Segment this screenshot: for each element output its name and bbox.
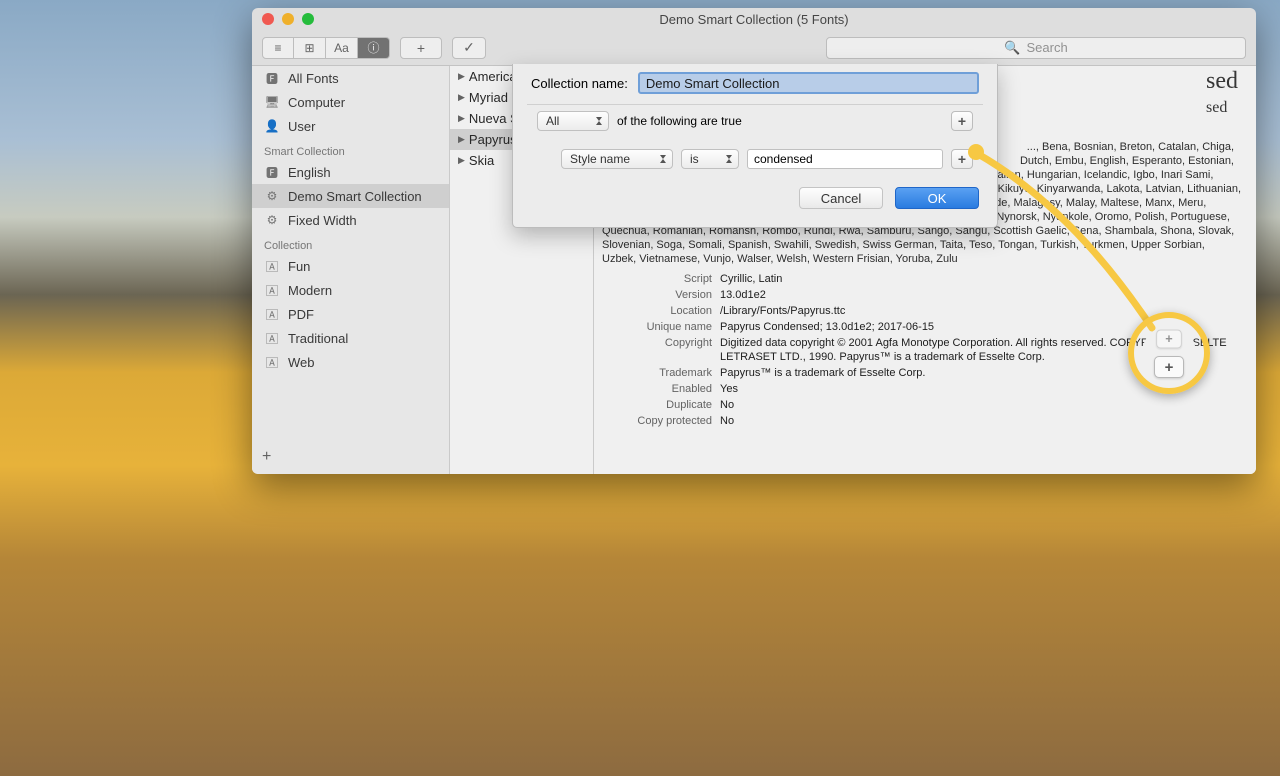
disclosure-triangle-icon: ▶	[458, 134, 465, 145]
sidebar-item-computer[interactable]: 🖥Computer	[252, 90, 449, 114]
callout-plus-icon: +	[1154, 356, 1184, 378]
meta-key: Copyright	[602, 336, 712, 364]
meta-value: Cyrillic, Latin	[720, 272, 1242, 286]
view-grid-button[interactable]: ⊞	[294, 37, 326, 59]
toolbar: ≡ ⊞ Aa ⓘ + ✓ 🔍 Search	[252, 30, 1256, 66]
match-mode-popup[interactable]: All	[537, 111, 609, 131]
rule-value-input[interactable]	[747, 149, 943, 169]
search-input[interactable]: 🔍 Search	[826, 37, 1246, 59]
disclosure-triangle-icon: ▶	[458, 71, 465, 82]
view-sample-button[interactable]: Aa	[326, 37, 358, 59]
callout-ring: + +	[1128, 312, 1210, 394]
zoom-button[interactable]	[302, 13, 314, 25]
add-collection-button[interactable]: +	[262, 448, 271, 466]
rule-attribute-popup[interactable]: Style name	[561, 149, 673, 169]
sidebar-item-pdf[interactable]: 🄰PDF	[252, 302, 449, 326]
meta-key: Unique name	[602, 320, 712, 334]
meta-key: Version	[602, 288, 712, 302]
meta-key: Location	[602, 304, 712, 318]
smart-collection-sheet: Collection name: All of the following ar…	[512, 64, 998, 228]
validate-button[interactable]: ✓	[452, 37, 486, 59]
sidebar-header-collection: Collection	[252, 232, 449, 254]
callout-start-dot	[968, 144, 984, 160]
sidebar: 🅵All Fonts 🖥Computer 👤User Smart Collect…	[252, 66, 450, 474]
meta-key: Duplicate	[602, 398, 712, 412]
font-icon: 🅵	[264, 165, 280, 179]
collection-name-input[interactable]	[638, 72, 979, 94]
meta-key: Copy protected	[602, 414, 712, 428]
collection-icon: 🄰	[264, 259, 280, 273]
view-list-button[interactable]: ≡	[262, 37, 294, 59]
collection-icon: 🄰	[264, 331, 280, 345]
meta-value: No	[720, 398, 1242, 412]
add-group-button[interactable]: +	[951, 111, 973, 131]
meta-key: Enabled	[602, 382, 712, 396]
cancel-button[interactable]: Cancel	[799, 187, 883, 209]
gear-icon: ⚙	[264, 213, 280, 227]
font-icon: 🅵	[264, 71, 280, 85]
meta-key: Script	[602, 272, 712, 286]
font-preview-large: sed	[1206, 68, 1238, 95]
sidebar-item-all-fonts[interactable]: 🅵All Fonts	[252, 66, 449, 90]
sidebar-item-web[interactable]: 🄰Web	[252, 350, 449, 374]
window-title: Demo Smart Collection (5 Fonts)	[659, 12, 848, 27]
rule-operator-popup[interactable]: is	[681, 149, 739, 169]
user-icon: 👤	[264, 119, 280, 133]
disclosure-triangle-icon: ▶	[458, 92, 465, 103]
collection-icon: 🄰	[264, 283, 280, 297]
view-mode-segment: ≡ ⊞ Aa ⓘ	[262, 37, 390, 59]
gear-icon: ⚙	[264, 189, 280, 203]
close-button[interactable]	[262, 13, 274, 25]
sidebar-item-traditional[interactable]: 🄰Traditional	[252, 326, 449, 350]
add-font-button[interactable]: +	[400, 37, 442, 59]
minimize-button[interactable]	[282, 13, 294, 25]
computer-icon: 🖥	[264, 95, 280, 109]
ok-button[interactable]: OK	[895, 187, 979, 209]
match-suffix-label: of the following are true	[617, 114, 943, 128]
sidebar-header-smart: Smart Collection	[252, 138, 449, 160]
titlebar: Demo Smart Collection (5 Fonts)	[252, 8, 1256, 30]
search-icon: 🔍	[1004, 40, 1020, 56]
meta-value: 13.0d1e2	[720, 288, 1242, 302]
meta-value: No	[720, 414, 1242, 428]
collection-icon: 🄰	[264, 355, 280, 369]
sidebar-item-user[interactable]: 👤User	[252, 114, 449, 138]
callout-plus-icon-small: +	[1156, 330, 1182, 349]
view-info-button[interactable]: ⓘ	[358, 37, 390, 59]
disclosure-triangle-icon: ▶	[458, 155, 465, 166]
collection-icon: 🄰	[264, 307, 280, 321]
sidebar-item-fixed-width[interactable]: ⚙Fixed Width	[252, 208, 449, 232]
traffic-lights	[262, 13, 314, 25]
disclosure-triangle-icon: ▶	[458, 113, 465, 124]
sidebar-item-fun[interactable]: 🄰Fun	[252, 254, 449, 278]
sidebar-item-english[interactable]: 🅵English	[252, 160, 449, 184]
collection-name-label: Collection name:	[531, 76, 628, 91]
font-preview-small: sed	[1206, 99, 1238, 117]
meta-key: Trademark	[602, 366, 712, 380]
sidebar-item-demo-smart[interactable]: ⚙Demo Smart Collection	[252, 184, 449, 208]
sidebar-item-modern[interactable]: 🄰Modern	[252, 278, 449, 302]
